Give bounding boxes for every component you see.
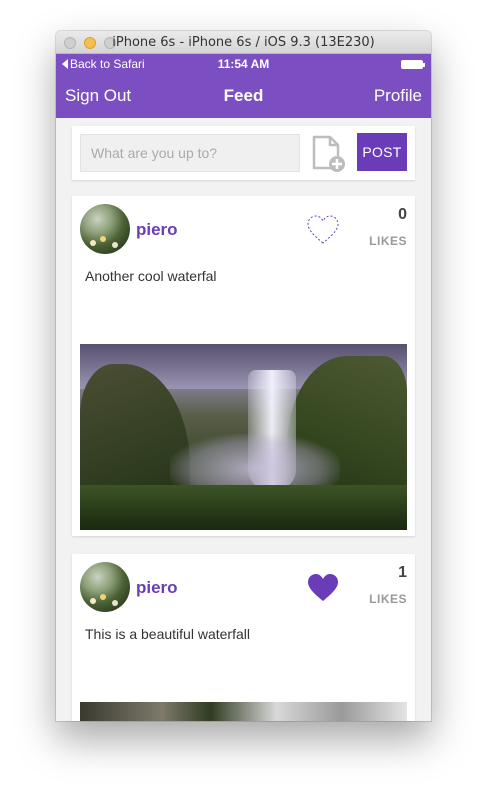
post-text: Another cool waterfal bbox=[85, 268, 217, 284]
status-bar: Back to Safari 11:54 AM bbox=[56, 54, 431, 74]
post-card: piero 0 LIKES Another cool waterfal bbox=[72, 196, 415, 536]
nav-bar: Sign Out Feed Profile bbox=[56, 74, 431, 118]
post-author[interactable]: piero bbox=[136, 578, 178, 598]
post-photo[interactable] bbox=[80, 344, 407, 530]
simulator-window: iPhone 6s - iPhone 6s / iOS 9.3 (13E230)… bbox=[56, 31, 431, 721]
profile-button[interactable]: Profile bbox=[374, 86, 422, 106]
photo-ground bbox=[80, 485, 407, 530]
post-card: piero 1 LIKES This is a beautiful waterf… bbox=[72, 554, 415, 721]
heart-outline-icon[interactable] bbox=[306, 214, 340, 246]
post-composer: POST bbox=[72, 126, 415, 180]
likes-count: 1 bbox=[398, 564, 407, 581]
post-photo[interactable] bbox=[80, 702, 407, 721]
simulator-title: iPhone 6s - iPhone 6s / iOS 9.3 (13E230) bbox=[112, 35, 375, 50]
avatar[interactable] bbox=[80, 562, 130, 612]
sign-out-button[interactable]: Sign Out bbox=[65, 86, 131, 106]
simulator-titlebar: iPhone 6s - iPhone 6s / iOS 9.3 (13E230) bbox=[56, 31, 431, 54]
status-input[interactable] bbox=[80, 134, 300, 172]
post-text: This is a beautiful waterfall bbox=[85, 626, 250, 642]
status-time: 11:54 AM bbox=[217, 57, 270, 71]
likes-label: LIKES bbox=[369, 592, 407, 606]
likes-label: LIKES bbox=[369, 234, 407, 248]
avatar[interactable] bbox=[80, 204, 130, 254]
add-file-icon[interactable] bbox=[308, 134, 348, 174]
battery-icon bbox=[401, 60, 425, 69]
post-author[interactable]: piero bbox=[136, 220, 178, 240]
phone-screen: Back to Safari 11:54 AM Sign Out Feed Pr… bbox=[56, 54, 431, 721]
likes-count: 0 bbox=[398, 206, 407, 223]
heart-filled-icon[interactable] bbox=[306, 572, 340, 604]
post-button[interactable]: POST bbox=[357, 133, 407, 171]
